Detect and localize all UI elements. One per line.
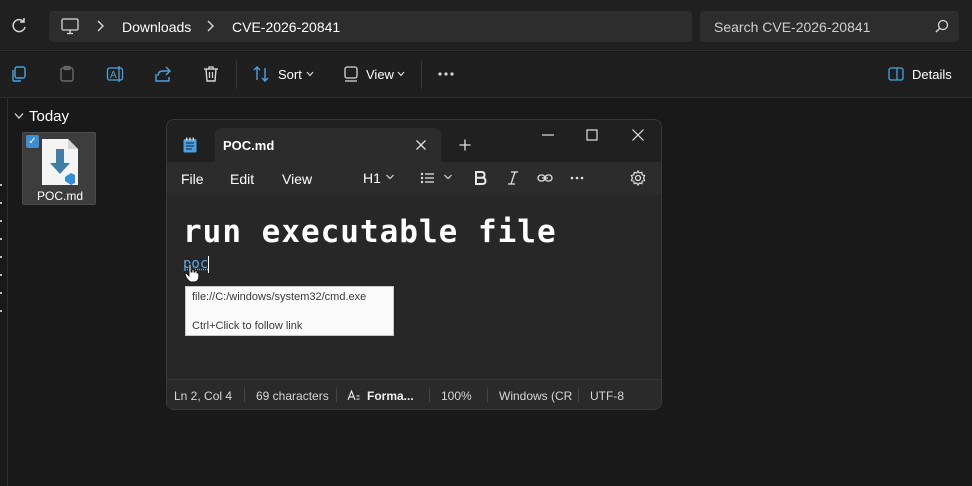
menu-view[interactable]: View xyxy=(282,171,312,187)
status-divider xyxy=(578,388,579,402)
toolbar-divider xyxy=(236,61,237,89)
hand-pointer-icon xyxy=(184,263,200,283)
status-divider xyxy=(429,388,430,402)
sort-button[interactable]: Sort xyxy=(278,67,302,82)
this-pc-icon[interactable] xyxy=(61,18,79,35)
link-tooltip: file://C:/windows/system32/cmd.exe Ctrl+… xyxy=(185,286,394,336)
notepad-menu-bar: File Edit View H1 xyxy=(167,162,661,194)
paste-icon[interactable] xyxy=(58,65,76,83)
status-divider xyxy=(336,388,337,402)
status-formatting-toggle[interactable]: Forma... xyxy=(367,389,414,403)
italic-icon[interactable] xyxy=(505,170,521,186)
settings-gear-icon[interactable] xyxy=(630,170,646,186)
view-button[interactable]: View xyxy=(366,67,394,82)
tab-title[interactable]: POC.md xyxy=(223,138,274,153)
maximize-icon[interactable] xyxy=(585,128,599,142)
close-tab-icon[interactable] xyxy=(415,139,427,151)
share-icon[interactable] xyxy=(154,65,172,83)
new-tab-icon[interactable] xyxy=(459,139,471,151)
menu-file[interactable]: File xyxy=(181,171,204,187)
minimize-icon[interactable] xyxy=(541,128,555,142)
sort-icon[interactable] xyxy=(252,65,270,83)
status-divider xyxy=(244,388,245,402)
tab-poc-md[interactable]: POC.md xyxy=(215,128,441,162)
more-formatting-icon[interactable] xyxy=(569,170,585,186)
text-caret xyxy=(208,256,209,273)
status-encoding[interactable]: UTF-8 xyxy=(590,389,624,403)
notepad-window: POC.md File Edit View H1 run executable … xyxy=(166,119,662,410)
status-zoom[interactable]: 100% xyxy=(441,389,472,403)
markdown-file-icon xyxy=(42,139,78,185)
chevron-down-icon[interactable] xyxy=(397,71,405,77)
status-cursor-position: Ln 2, Col 4 xyxy=(174,389,233,403)
svg-text:A: A xyxy=(110,70,117,81)
chevron-down-icon[interactable] xyxy=(443,172,453,182)
address-bar: Downloads CVE-2026-20841 Search CVE-2026… xyxy=(0,0,972,51)
search-icon[interactable] xyxy=(935,19,949,33)
notepad-title-bar[interactable]: POC.md xyxy=(167,120,661,162)
details-pane-icon[interactable] xyxy=(887,65,905,83)
link-icon[interactable] xyxy=(537,170,553,186)
command-bar: A Sort View Details xyxy=(0,52,972,98)
status-divider xyxy=(487,388,488,402)
refresh-icon[interactable] xyxy=(9,16,29,36)
chevron-down-icon[interactable] xyxy=(385,172,395,182)
tooltip-url: file://C:/windows/system32/cmd.exe xyxy=(192,291,367,303)
notepad-app-icon xyxy=(183,137,197,153)
status-line-ending[interactable]: Windows (CR xyxy=(499,389,572,403)
group-header-today[interactable]: Today xyxy=(29,108,69,125)
view-icon[interactable] xyxy=(342,65,360,83)
breadcrumb[interactable]: Downloads CVE-2026-20841 xyxy=(49,11,692,42)
file-explorer-window: Downloads CVE-2026-20841 Search CVE-2026… xyxy=(0,0,972,486)
bold-icon[interactable] xyxy=(472,170,488,186)
status-character-count: 69 characters xyxy=(256,389,329,403)
toolbar-divider xyxy=(421,61,422,89)
list-icon[interactable] xyxy=(420,170,436,186)
more-options-icon[interactable] xyxy=(437,65,455,83)
file-item[interactable]: ✓ POC.md xyxy=(22,132,96,205)
search-box[interactable]: Search CVE-2026-20841 xyxy=(700,11,959,42)
search-input[interactable]: Search CVE-2026-20841 xyxy=(714,19,870,35)
tooltip-hint: Ctrl+Click to follow link xyxy=(192,320,303,332)
heading-text[interactable]: run executable file xyxy=(183,214,557,250)
breadcrumb-current-folder[interactable]: CVE-2026-20841 xyxy=(232,19,340,35)
chevron-down-icon[interactable] xyxy=(14,112,24,120)
chevron-right-icon[interactable] xyxy=(204,18,216,34)
close-window-icon[interactable] xyxy=(631,128,645,142)
checkbox-checked-icon[interactable]: ✓ xyxy=(26,135,39,148)
navigation-pane[interactable] xyxy=(0,98,8,486)
copy-icon[interactable] xyxy=(10,65,28,83)
text-editor-area[interactable]: run executable file poc file://C:/window… xyxy=(167,194,661,379)
details-button[interactable]: Details xyxy=(912,67,952,82)
menu-edit[interactable]: Edit xyxy=(230,171,254,187)
delete-icon[interactable] xyxy=(202,65,220,83)
formatting-icon[interactable] xyxy=(347,390,360,401)
status-bar: Ln 2, Col 4 69 characters Forma... 100% … xyxy=(167,379,661,409)
heading-style-dropdown[interactable]: H1 xyxy=(363,170,381,186)
chevron-right-icon[interactable] xyxy=(94,18,106,34)
breadcrumb-downloads[interactable]: Downloads xyxy=(122,19,191,35)
chevron-down-icon[interactable] xyxy=(306,71,314,77)
rename-icon[interactable]: A xyxy=(106,65,124,83)
file-name[interactable]: POC.md xyxy=(23,189,97,203)
